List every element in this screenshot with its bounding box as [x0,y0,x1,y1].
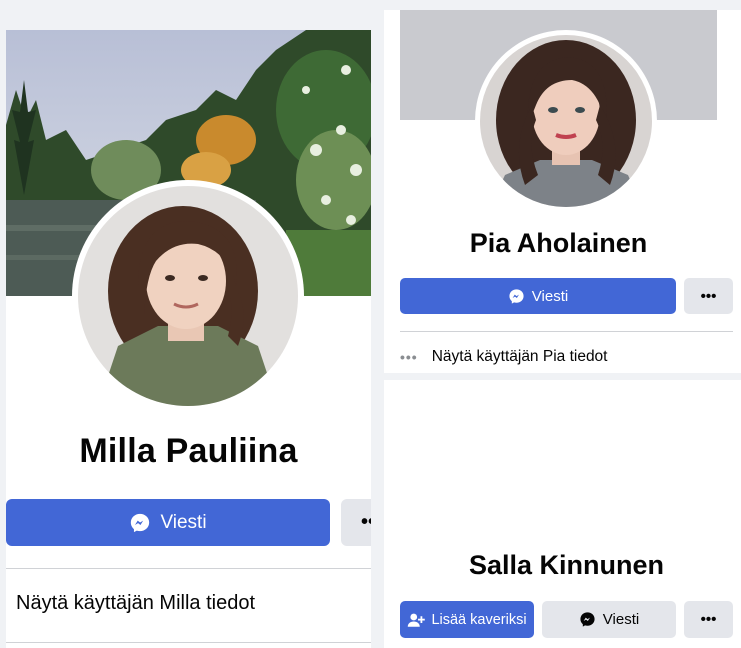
more-icon: ••• [700,287,717,305]
more-icon: ••• [361,511,371,533]
divider [6,642,371,643]
message-button-label: Viesti [602,611,640,628]
messenger-icon [508,288,525,305]
profile-name: Pia Aholainen [469,228,648,258]
more-dots-icon: ••• [400,349,418,365]
view-profile-info-link[interactable]: ••• Näytä käyttäjän Pia tiedot [400,348,608,366]
avatar-portrait [480,35,652,207]
message-button[interactable]: Viesti [400,278,676,314]
more-options-button[interactable]: ••• [684,278,733,314]
profile-card-pia: Pia Aholainen Viesti ••• ••• Näytä käytt… [384,10,741,373]
profile-name: Milla Pauliina [79,432,298,470]
divider [6,568,371,569]
divider [400,331,733,332]
avatar-portrait [78,186,298,406]
profile-card-milla: Milla Pauliina Viesti ••• Näytä käyttäjä… [6,30,371,648]
message-button-label: Viesti [160,511,207,533]
messenger-icon [129,512,151,534]
message-button-label: Viesti [531,287,569,305]
profile-avatar[interactable] [72,180,304,412]
add-friend-icon [407,612,426,628]
messenger-icon [579,611,596,628]
more-options-button[interactable]: ••• [341,499,371,546]
add-friend-label: Lisää kaveriksi [431,611,527,628]
more-icon: ••• [700,611,717,628]
profile-avatar[interactable] [475,30,657,212]
message-button[interactable]: Viesti [542,601,676,638]
profile-card-salla: Salla Kinnunen Lisää kaveriksi Viesti ••… [384,380,741,648]
more-options-button[interactable]: ••• [684,601,733,638]
message-button[interactable]: Viesti [6,499,330,546]
add-friend-button[interactable]: Lisää kaveriksi [400,601,534,638]
profile-name: Salla Kinnunen [468,550,665,580]
info-link-label: Näytä käyttäjän Pia tiedot [431,348,608,365]
view-profile-info-link[interactable]: Näytä käyttäjän Milla tiedot [16,592,255,615]
